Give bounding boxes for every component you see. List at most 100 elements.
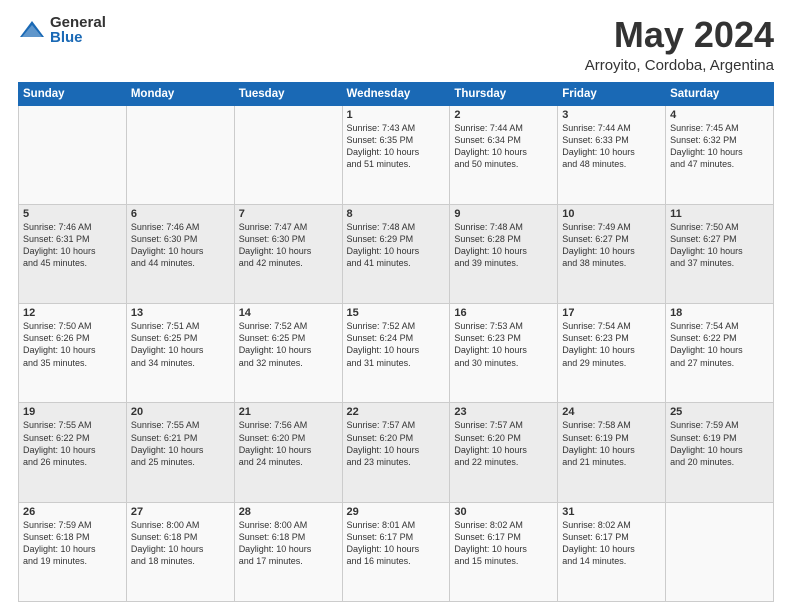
calendar-cell-3-6: 25 Sunrise: 7:59 AM Sunset: 6:19 PM Dayli… [666,403,774,502]
day-number: 5 [23,208,122,220]
calendar-cell-2-1: 13 Sunrise: 7:51 AM Sunset: 6:25 PM Dayli… [126,304,234,403]
logo-text-general: General [50,15,106,30]
day-number: 13 [131,307,230,319]
day-info: Sunrise: 7:53 AM Sunset: 6:23 PM Dayligh… [454,321,527,367]
day-number: 10 [562,208,661,220]
calendar-cell-0-5: 3 Sunrise: 7:44 AM Sunset: 6:33 PM Daylig… [558,105,666,204]
day-number: 1 [347,109,446,121]
week-row-3: 12 Sunrise: 7:50 AM Sunset: 6:26 PM Dayli… [19,304,774,403]
day-number: 2 [454,109,553,121]
day-info: Sunrise: 8:02 AM Sunset: 6:17 PM Dayligh… [454,520,527,566]
day-info: Sunrise: 7:56 AM Sunset: 6:20 PM Dayligh… [239,420,312,466]
calendar-header-row: Sunday Monday Tuesday Wednesday Thursday… [19,82,774,105]
day-info: Sunrise: 7:43 AM Sunset: 6:35 PM Dayligh… [347,123,420,169]
day-info: Sunrise: 7:49 AM Sunset: 6:27 PM Dayligh… [562,222,635,268]
calendar: Sunday Monday Tuesday Wednesday Thursday… [18,82,774,602]
calendar-cell-4-5: 31Sunrise: 8:02 AM Sunset: 6:17 PM Dayli… [558,502,666,601]
day-info: Sunrise: 8:00 AM Sunset: 6:18 PM Dayligh… [131,520,204,566]
day-info: Sunrise: 7:55 AM Sunset: 6:22 PM Dayligh… [23,420,96,466]
day-info: Sunrise: 8:00 AM Sunset: 6:18 PM Dayligh… [239,520,312,566]
day-number: 9 [454,208,553,220]
calendar-cell-0-6: 4 Sunrise: 7:45 AM Sunset: 6:32 PM Daylig… [666,105,774,204]
calendar-cell-0-4: 2 Sunrise: 7:44 AM Sunset: 6:34 PM Daylig… [450,105,558,204]
day-number: 25 [670,406,769,418]
day-number: 30 [454,506,553,518]
calendar-cell-2-6: 18 Sunrise: 7:54 AM Sunset: 6:22 PM Dayli… [666,304,774,403]
day-info: Sunrise: 8:01 AM Sunset: 6:17 PM Dayligh… [347,520,420,566]
day-number: 22 [347,406,446,418]
calendar-cell-0-1 [126,105,234,204]
day-info: Sunrise: 7:50 AM Sunset: 6:27 PM Dayligh… [670,222,743,268]
day-info: Sunrise: 7:57 AM Sunset: 6:20 PM Dayligh… [454,420,527,466]
day-info: Sunrise: 7:51 AM Sunset: 6:25 PM Dayligh… [131,321,204,367]
month-title: May 2024 [585,15,774,55]
logo-text-blue: Blue [50,30,106,45]
day-info: Sunrise: 7:54 AM Sunset: 6:23 PM Dayligh… [562,321,635,367]
calendar-cell-3-2: 21 Sunrise: 7:56 AM Sunset: 6:20 PM Dayli… [234,403,342,502]
calendar-cell-3-1: 20 Sunrise: 7:55 AM Sunset: 6:21 PM Dayli… [126,403,234,502]
calendar-cell-2-0: 12 Sunrise: 7:50 AM Sunset: 6:26 PM Dayli… [19,304,127,403]
day-info: Sunrise: 7:46 AM Sunset: 6:31 PM Dayligh… [23,222,96,268]
week-row-2: 5 Sunrise: 7:46 AM Sunset: 6:31 PM Daylig… [19,204,774,303]
calendar-cell-1-4: 9 Sunrise: 7:48 AM Sunset: 6:28 PM Daylig… [450,204,558,303]
col-tuesday: Tuesday [234,82,342,105]
day-number: 14 [239,307,338,319]
col-saturday: Saturday [666,82,774,105]
col-thursday: Thursday [450,82,558,105]
day-number: 12 [23,307,122,319]
week-row-5: 26Sunrise: 7:59 AM Sunset: 6:18 PM Dayli… [19,502,774,601]
calendar-cell-0-3: 1 Sunrise: 7:43 AM Sunset: 6:35 PM Daylig… [342,105,450,204]
logo-icon [18,19,46,41]
calendar-cell-2-3: 15Sunrise: 7:52 AM Sunset: 6:24 PM Dayli… [342,304,450,403]
col-wednesday: Wednesday [342,82,450,105]
day-info: Sunrise: 7:48 AM Sunset: 6:28 PM Dayligh… [454,222,527,268]
page: General Blue May 2024 Arroyito, Cordoba,… [0,0,792,612]
calendar-cell-1-6: 11Sunrise: 7:50 AM Sunset: 6:27 PM Dayli… [666,204,774,303]
day-number: 16 [454,307,553,319]
day-info: Sunrise: 7:54 AM Sunset: 6:22 PM Dayligh… [670,321,743,367]
day-number: 8 [347,208,446,220]
calendar-cell-2-5: 17 Sunrise: 7:54 AM Sunset: 6:23 PM Dayli… [558,304,666,403]
calendar-cell-3-0: 19Sunrise: 7:55 AM Sunset: 6:22 PM Dayli… [19,403,127,502]
day-number: 28 [239,506,338,518]
day-number: 18 [670,307,769,319]
day-number: 4 [670,109,769,121]
day-info: Sunrise: 7:55 AM Sunset: 6:21 PM Dayligh… [131,420,204,466]
day-info: Sunrise: 7:58 AM Sunset: 6:19 PM Dayligh… [562,420,635,466]
day-number: 21 [239,406,338,418]
calendar-cell-1-5: 10 Sunrise: 7:49 AM Sunset: 6:27 PM Dayli… [558,204,666,303]
day-info: Sunrise: 7:52 AM Sunset: 6:25 PM Dayligh… [239,321,312,367]
day-info: Sunrise: 7:44 AM Sunset: 6:34 PM Dayligh… [454,123,527,169]
day-info: Sunrise: 7:50 AM Sunset: 6:26 PM Dayligh… [23,321,96,367]
calendar-cell-0-0 [19,105,127,204]
calendar-cell-4-3: 29 Sunrise: 8:01 AM Sunset: 6:17 PM Dayli… [342,502,450,601]
day-number: 17 [562,307,661,319]
calendar-cell-4-2: 28 Sunrise: 8:00 AM Sunset: 6:18 PM Dayli… [234,502,342,601]
week-row-1: 1 Sunrise: 7:43 AM Sunset: 6:35 PM Daylig… [19,105,774,204]
day-number: 15 [347,307,446,319]
day-info: Sunrise: 7:48 AM Sunset: 6:29 PM Dayligh… [347,222,420,268]
day-number: 31 [562,506,661,518]
location-title: Arroyito, Cordoba, Argentina [585,57,774,74]
title-section: May 2024 Arroyito, Cordoba, Argentina [585,15,774,74]
day-number: 3 [562,109,661,121]
col-sunday: Sunday [19,82,127,105]
col-monday: Monday [126,82,234,105]
day-number: 23 [454,406,553,418]
day-info: Sunrise: 7:44 AM Sunset: 6:33 PM Dayligh… [562,123,635,169]
week-row-4: 19Sunrise: 7:55 AM Sunset: 6:22 PM Dayli… [19,403,774,502]
calendar-cell-4-6 [666,502,774,601]
calendar-cell-4-4: 30 Sunrise: 8:02 AM Sunset: 6:17 PM Dayli… [450,502,558,601]
day-info: Sunrise: 7:59 AM Sunset: 6:18 PM Dayligh… [23,520,96,566]
calendar-cell-4-1: 27Sunrise: 8:00 AM Sunset: 6:18 PM Dayli… [126,502,234,601]
calendar-cell-4-0: 26Sunrise: 7:59 AM Sunset: 6:18 PM Dayli… [19,502,127,601]
header: General Blue May 2024 Arroyito, Cordoba,… [18,15,774,74]
day-number: 20 [131,406,230,418]
day-info: Sunrise: 7:59 AM Sunset: 6:19 PM Dayligh… [670,420,743,466]
calendar-cell-3-4: 23 Sunrise: 7:57 AM Sunset: 6:20 PM Dayli… [450,403,558,502]
day-info: Sunrise: 7:45 AM Sunset: 6:32 PM Dayligh… [670,123,743,169]
day-number: 29 [347,506,446,518]
day-number: 24 [562,406,661,418]
day-info: Sunrise: 7:46 AM Sunset: 6:30 PM Dayligh… [131,222,204,268]
col-friday: Friday [558,82,666,105]
